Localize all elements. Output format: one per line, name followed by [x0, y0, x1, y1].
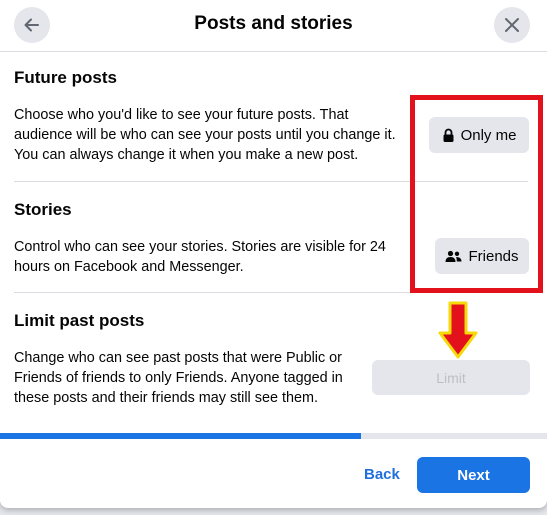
- limit-button[interactable]: Limit: [372, 360, 530, 395]
- limit-past-posts-description: Change who can see past posts that were …: [14, 350, 343, 406]
- future-posts-description: Choose who you'd like to see your future…: [14, 107, 396, 163]
- back-button[interactable]: Back: [364, 466, 400, 483]
- limit-past-posts-title: Limit past posts: [14, 311, 145, 330]
- down-arrow-icon: [438, 301, 478, 359]
- stories-description: Control who can see your stories. Storie…: [14, 239, 386, 275]
- close-button[interactable]: [494, 7, 530, 43]
- progress-bar-fill: [0, 433, 362, 439]
- stories-title: Stories: [14, 200, 72, 219]
- dialog-header: Posts and stories: [0, 0, 547, 52]
- progress-bar: [0, 433, 547, 439]
- next-button[interactable]: Next: [417, 457, 530, 493]
- close-icon: [505, 18, 519, 32]
- future-posts-title: Future posts: [14, 68, 117, 87]
- red-highlight-box: [410, 95, 543, 293]
- dialog-title: Posts and stories: [194, 13, 353, 34]
